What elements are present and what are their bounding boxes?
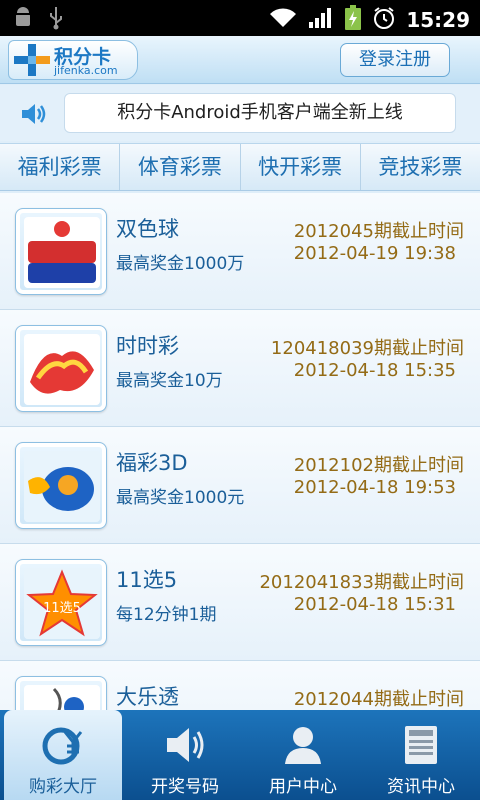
signal-icon (308, 7, 334, 33)
lottery-period: 2012044期截止时间 (293, 689, 464, 710)
lottery-row-11x5[interactable]: 11选5 11选5 每12分钟1期 2012041833期截止时间 2012-0… (0, 544, 480, 661)
tab-quick-lottery[interactable]: 快开彩票 (239, 144, 360, 190)
lottery-name: 双色球 (116, 217, 179, 241)
nav-draw-results[interactable]: 开奖号码 (126, 710, 244, 800)
tab-sports-lottery[interactable]: 体育彩票 (119, 144, 239, 190)
nav-label: 购彩大厅 (29, 777, 97, 797)
lottery-row-fucai3d[interactable]: 福彩3D 最高奖金1000元 2012102期截止时间 2012-04-18 1… (0, 427, 480, 544)
lottery-name: 11选5 (116, 568, 178, 592)
app-header: 积分卡 jifenka.com 登录注册 (0, 36, 480, 84)
lottery-deadline: 2012-04-18 19:53 (293, 477, 456, 498)
wifi-icon (268, 7, 298, 33)
lottery-deadline: 2012-04-18 15:31 (293, 594, 456, 615)
daletou-icon (15, 676, 107, 711)
clock-time: 15:29 (406, 8, 470, 32)
alarm-icon (372, 6, 396, 34)
lottery-name: 大乐透 (116, 685, 179, 709)
lottery-row-shuangseqiu[interactable]: 双色球 最高奖金1000万 2012045期截止时间 2012-04-19 19… (0, 193, 480, 310)
lottery-prize: 每12分钟1期 (116, 605, 217, 625)
lottery-prize: 最高奖金1000万 (116, 254, 245, 274)
lottery-name: 福彩3D (116, 451, 188, 475)
nav-label: 开奖号码 (151, 777, 219, 797)
status-bar: 15:29 (0, 0, 480, 36)
news-icon (399, 724, 443, 770)
android-debug-icon (12, 6, 34, 34)
lottery-prize: 最高奖金1000元 (116, 488, 245, 508)
shishicai-icon (15, 325, 107, 412)
union-lotto-icon (15, 208, 107, 295)
lottery-list: 双色球 最高奖金1000万 2012045期截止时间 2012-04-19 19… (0, 193, 480, 711)
lottery-period: 2012102期截止时间 (293, 455, 464, 476)
nav-lottery-hall[interactable]: 购彩大厅 (4, 710, 122, 800)
tab-welfare-lottery[interactable]: 福利彩票 (0, 144, 119, 190)
notice-text[interactable]: 积分卡Android手机客户端全新上线 (64, 93, 456, 133)
logo-mark-icon (14, 44, 50, 80)
speaker-icon (163, 724, 207, 770)
lottery-category-tabs: 福利彩票 体育彩票 快开彩票 竞技彩票 (0, 143, 480, 191)
star-11x5-text: 11选5 (43, 601, 81, 616)
nav-user-center[interactable]: 用户中心 (244, 710, 362, 800)
usb-icon (48, 6, 64, 34)
lottery-period: 120418039期截止时间 (270, 338, 464, 359)
lottery-deadline: 2012-04-19 19:38 (293, 243, 456, 264)
nav-label: 用户中心 (269, 777, 337, 797)
nav-news-center[interactable]: 资讯中心 (362, 710, 480, 800)
logo-site: jifenka.com (54, 64, 118, 77)
lottery-deadline: 2012-04-18 15:35 (293, 360, 456, 381)
lottery-row-daletou[interactable]: 大乐透 2012044期截止时间 (0, 661, 480, 711)
app-logo: 积分卡 jifenka.com (8, 40, 144, 80)
star-11x5-icon: 11选5 (15, 559, 107, 646)
tab-competitive-lottery[interactable]: 竞技彩票 (359, 144, 480, 190)
lottery-name: 时时彩 (116, 334, 179, 358)
battery-charging-icon (344, 5, 362, 35)
login-register-button[interactable]: 登录注册 (340, 43, 450, 77)
lottery-row-shishicai[interactable]: 时时彩 最高奖金10万 120418039期截止时间 2012-04-18 15… (0, 310, 480, 427)
fucai-3d-icon (15, 442, 107, 529)
lottery-prize: 最高奖金10万 (116, 371, 223, 391)
bottom-navigation: 购彩大厅 开奖号码 用户中心 资讯中心 (0, 710, 480, 800)
notice-bar: 积分卡Android手机客户端全新上线 (0, 85, 480, 141)
yuan-icon (41, 724, 85, 770)
lottery-period: 2012041833期截止时间 (259, 572, 464, 593)
speaker-icon (20, 101, 48, 131)
lottery-period: 2012045期截止时间 (293, 221, 464, 242)
user-icon (281, 724, 325, 770)
nav-label: 资讯中心 (387, 777, 455, 797)
